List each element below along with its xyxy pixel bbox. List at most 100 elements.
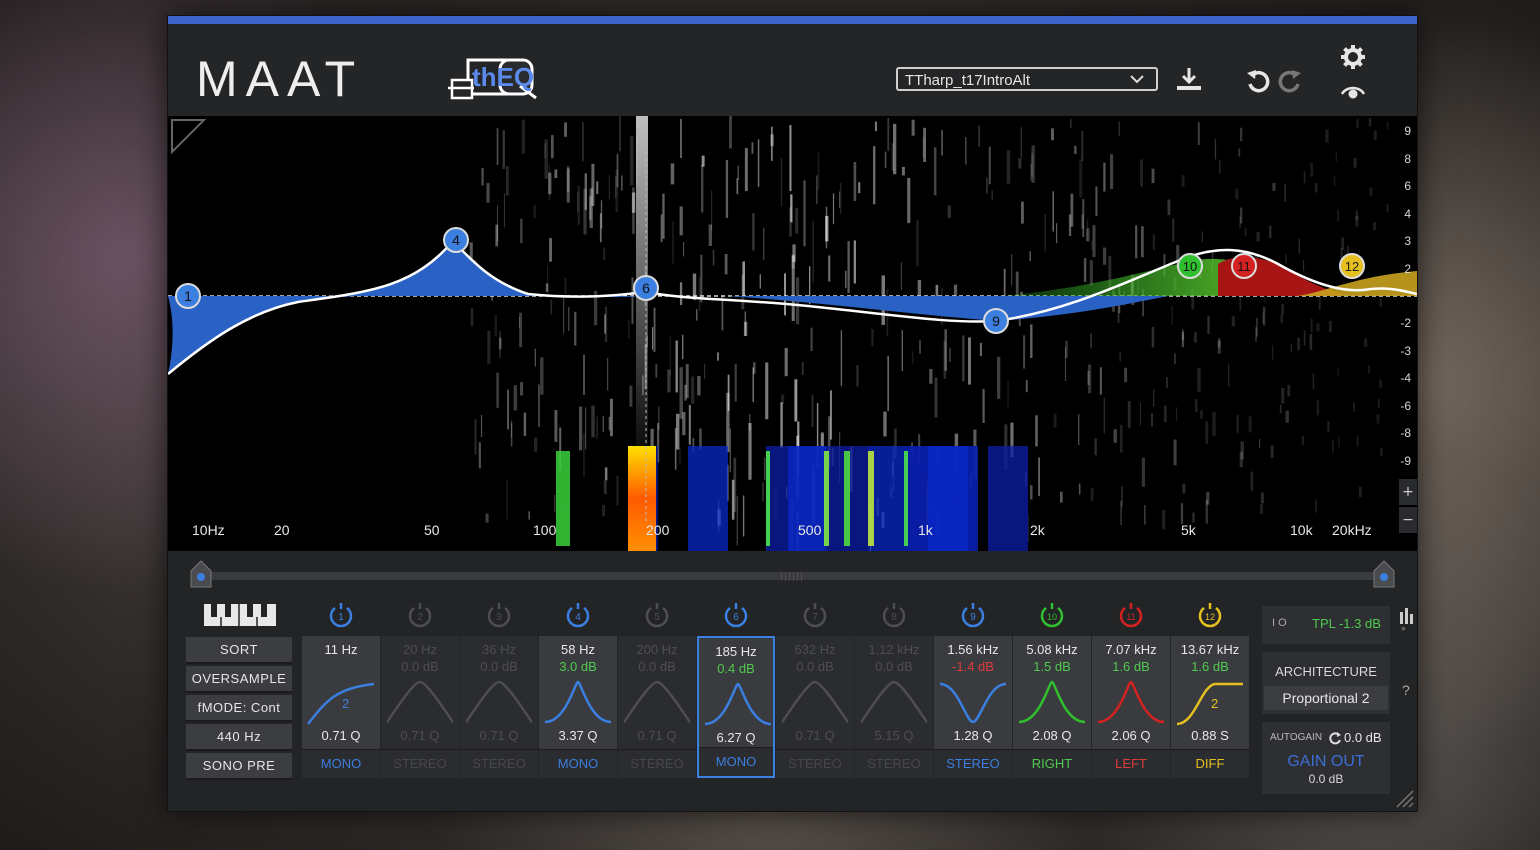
band-shape-icon[interactable]: 2 bbox=[306, 676, 376, 726]
eq-node-9[interactable]: 9 bbox=[983, 308, 1009, 334]
band-shape-icon[interactable]: 2 bbox=[1175, 676, 1245, 726]
band-2-power-button[interactable]: 2 bbox=[406, 601, 434, 629]
band-channel-mode[interactable]: STEREO bbox=[460, 749, 538, 778]
band-gain[interactable]: -1.4 dB bbox=[934, 659, 1012, 674]
architecture-select[interactable]: Proportional 2 bbox=[1262, 690, 1390, 706]
band-q[interactable]: 2.08 Q bbox=[1013, 728, 1091, 743]
band-11-power-button[interactable]: 11 bbox=[1117, 601, 1145, 629]
corner-toggle-icon[interactable] bbox=[171, 119, 207, 155]
band-channel-mode[interactable]: DIFF bbox=[1171, 749, 1249, 778]
spectrum-graph[interactable]: 1 4 6 9 10 11 12 bbox=[168, 116, 1417, 551]
band-2-panel[interactable]: 20 Hz 0.0 dB 0.71 Q STEREO bbox=[381, 636, 459, 778]
band-q[interactable]: 1.28 Q bbox=[934, 728, 1012, 743]
band-shape-icon[interactable] bbox=[938, 676, 1008, 726]
band-10-power-button[interactable]: 10 bbox=[1038, 601, 1066, 629]
band-shape-icon[interactable] bbox=[859, 676, 929, 726]
band-5-power-button[interactable]: 5 bbox=[643, 601, 671, 629]
eq-node-12[interactable]: 12 bbox=[1339, 253, 1365, 279]
band-frequency[interactable]: 13.67 kHz bbox=[1171, 642, 1249, 657]
band-q[interactable]: 0.71 Q bbox=[460, 728, 538, 743]
range-end-handle[interactable] bbox=[1372, 559, 1396, 589]
band-channel-mode[interactable]: RIGHT bbox=[1013, 749, 1091, 778]
band-gain[interactable]: 0.0 dB bbox=[460, 659, 538, 674]
band-channel-mode[interactable]: STEREO bbox=[855, 749, 933, 778]
band-5-panel[interactable]: 200 Hz 0.0 dB 0.71 Q STEREO bbox=[618, 636, 696, 778]
zoom-in-button[interactable]: + bbox=[1399, 479, 1417, 505]
band-gain[interactable]: 0.0 dB bbox=[618, 659, 696, 674]
range-start-handle[interactable] bbox=[189, 559, 213, 589]
band-channel-mode[interactable]: LEFT bbox=[1092, 749, 1170, 778]
preset-select[interactable]: TTharp_t17IntroAlt bbox=[896, 67, 1158, 91]
gear-icon[interactable] bbox=[1340, 44, 1366, 70]
band-q[interactable]: 2.06 Q bbox=[1092, 728, 1170, 743]
band-gain[interactable]: 0.0 dB bbox=[776, 659, 854, 674]
eq-node-10[interactable]: 10 bbox=[1177, 253, 1203, 279]
band-gain[interactable]: 1.5 dB bbox=[1013, 659, 1091, 674]
fmode-button[interactable]: fMODE: Cont bbox=[186, 695, 292, 722]
band-gain[interactable]: 3.0 dB bbox=[539, 659, 617, 674]
band-frequency[interactable]: 1.56 kHz bbox=[934, 642, 1012, 657]
oversample-button[interactable]: OVERSAMPLE bbox=[186, 666, 292, 693]
band-frequency[interactable]: 200 Hz bbox=[618, 642, 696, 657]
band-6-power-button[interactable]: 6 bbox=[722, 601, 750, 629]
band-10-panel[interactable]: 5.08 kHz 1.5 dB 2.08 Q RIGHT bbox=[1013, 636, 1091, 778]
band-shape-icon[interactable] bbox=[780, 676, 850, 726]
tuning-button[interactable]: 440 Hz bbox=[186, 724, 292, 751]
band-gain[interactable]: 0.4 dB bbox=[699, 661, 773, 676]
eq-node-4[interactable]: 4 bbox=[443, 227, 469, 253]
band-gain[interactable]: 0.0 dB bbox=[855, 659, 933, 674]
band-frequency[interactable]: 1.12 kHz bbox=[855, 642, 933, 657]
gain-out-value[interactable]: 0.0 dB bbox=[1262, 772, 1390, 786]
band-channel-mode[interactable]: MONO bbox=[302, 749, 380, 778]
band-shape-icon[interactable] bbox=[543, 676, 613, 726]
io-toggle[interactable]: I O bbox=[1272, 617, 1287, 629]
zoom-out-button[interactable]: − bbox=[1399, 507, 1417, 533]
sort-button[interactable]: SORT bbox=[186, 637, 292, 664]
band-q[interactable]: 0.71 Q bbox=[776, 728, 854, 743]
band-3-panel[interactable]: 36 Hz 0.0 dB 0.71 Q STEREO bbox=[460, 636, 538, 778]
help-button[interactable]: ? bbox=[1402, 682, 1410, 698]
band-6-panel[interactable]: 185 Hz 0.4 dB 6.27 Q MONO bbox=[697, 636, 775, 778]
band-q[interactable]: 5.15 Q bbox=[855, 728, 933, 743]
band-channel-mode[interactable]: STEREO bbox=[381, 749, 459, 778]
band-shape-icon[interactable] bbox=[1017, 676, 1087, 726]
eq-node-11[interactable]: 11 bbox=[1231, 253, 1257, 279]
band-7-panel[interactable]: 632 Hz 0.0 dB 0.71 Q STEREO bbox=[776, 636, 854, 778]
band-1-panel[interactable]: 11 Hz 2 0.71 Q MONO bbox=[302, 636, 380, 778]
save-icon[interactable] bbox=[1174, 66, 1204, 94]
band-gain[interactable]: 0.0 dB bbox=[381, 659, 459, 674]
band-4-power-button[interactable]: 4 bbox=[564, 601, 592, 629]
band-channel-mode[interactable]: MONO bbox=[539, 749, 617, 778]
band-q[interactable]: 0.71 Q bbox=[302, 728, 380, 743]
band-frequency[interactable]: 11 Hz bbox=[302, 642, 380, 657]
resize-handle-icon[interactable] bbox=[1393, 787, 1415, 809]
eq-node-1[interactable]: 1 bbox=[175, 283, 201, 309]
band-shape-icon[interactable] bbox=[1096, 676, 1166, 726]
reset-icon[interactable] bbox=[1328, 731, 1342, 745]
band-q[interactable]: 0.88 S bbox=[1171, 728, 1249, 743]
band-12-panel[interactable]: 13.67 kHz 1.6 dB 2 0.88 S DIFF bbox=[1171, 636, 1249, 778]
band-4-panel[interactable]: 58 Hz 3.0 dB 3.37 Q MONO bbox=[539, 636, 617, 778]
band-12-power-button[interactable]: 12 bbox=[1196, 601, 1224, 629]
eq-node-6[interactable]: 6 bbox=[633, 275, 659, 301]
band-8-panel[interactable]: 1.12 kHz 0.0 dB 5.15 Q STEREO bbox=[855, 636, 933, 778]
band-frequency[interactable]: 185 Hz bbox=[699, 644, 773, 659]
band-frequency[interactable]: 36 Hz bbox=[460, 642, 538, 657]
sono-pre-button[interactable]: SONO PRE bbox=[186, 753, 292, 780]
band-channel-mode[interactable]: STEREO bbox=[776, 749, 854, 778]
band-11-panel[interactable]: 7.07 kHz 1.6 dB 2.06 Q LEFT bbox=[1092, 636, 1170, 778]
range-scroller[interactable]: |||||| bbox=[168, 551, 1417, 601]
band-q[interactable]: 3.37 Q bbox=[539, 728, 617, 743]
band-q[interactable]: 0.71 Q bbox=[618, 728, 696, 743]
meter-bars-icon[interactable]: » bbox=[1399, 606, 1415, 632]
band-1-power-button[interactable]: 1 bbox=[327, 601, 355, 629]
band-shape-icon[interactable] bbox=[385, 676, 455, 726]
band-shape-icon[interactable] bbox=[703, 678, 773, 728]
piano-keys-icon[interactable] bbox=[204, 604, 276, 626]
autogain-label[interactable]: AUTOGAIN bbox=[1270, 732, 1322, 743]
band-channel-mode[interactable]: MONO bbox=[699, 747, 773, 776]
band-frequency[interactable]: 5.08 kHz bbox=[1013, 642, 1091, 657]
band-frequency[interactable]: 20 Hz bbox=[381, 642, 459, 657]
band-q[interactable]: 6.27 Q bbox=[699, 730, 773, 745]
band-frequency[interactable]: 7.07 kHz bbox=[1092, 642, 1170, 657]
